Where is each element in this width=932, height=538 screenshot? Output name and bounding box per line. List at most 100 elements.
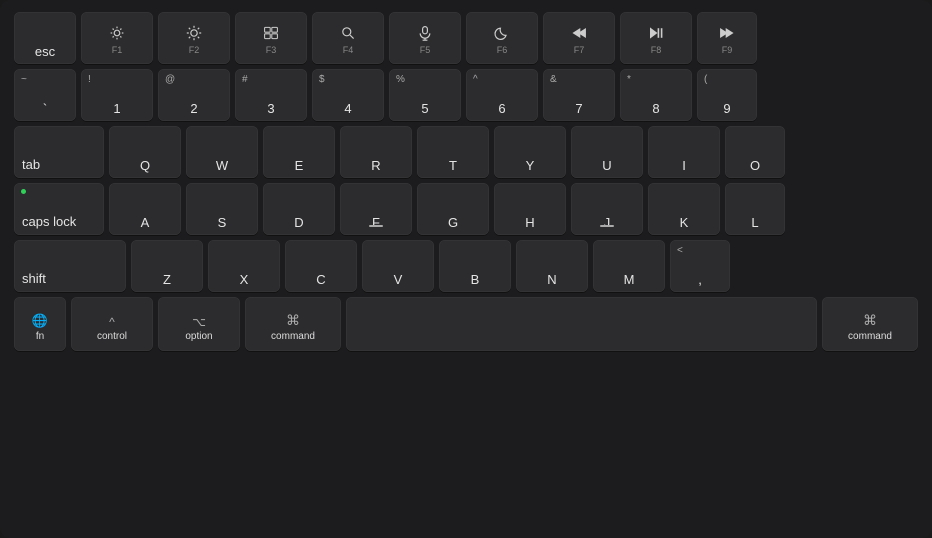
key-7-bottom: 7 — [575, 101, 582, 116]
key-k[interactable]: K — [648, 183, 720, 235]
key-f1[interactable]: F1 — [81, 12, 153, 64]
asdf-row: caps lock A S D F G H J K L — [14, 183, 918, 235]
key-1-top: ! — [88, 74, 91, 85]
key-comma[interactable]: < , — [670, 240, 730, 292]
w-label: W — [216, 158, 228, 173]
shift-label: shift — [22, 271, 46, 286]
key-4[interactable]: $ 4 — [312, 69, 384, 121]
key-u[interactable]: U — [571, 126, 643, 178]
key-j[interactable]: J — [571, 183, 643, 235]
i-label: I — [682, 158, 686, 173]
function-row: esc F1 — [14, 12, 918, 64]
key-shift-left[interactable]: shift — [14, 240, 126, 292]
zxcv-row: shift Z X C V B N M < , — [14, 240, 918, 292]
key-control[interactable]: ^ control — [71, 297, 153, 351]
comma-top: < — [677, 245, 683, 256]
key-q[interactable]: Q — [109, 126, 181, 178]
key-b[interactable]: B — [439, 240, 511, 292]
key-capslock[interactable]: caps lock — [14, 183, 104, 235]
key-w[interactable]: W — [186, 126, 258, 178]
key-i[interactable]: I — [648, 126, 720, 178]
y-label: Y — [526, 158, 535, 173]
key-o[interactable]: O — [725, 126, 785, 178]
key-8-top: * — [627, 74, 631, 85]
n-label: N — [547, 272, 556, 287]
key-f8[interactable]: F8 — [620, 12, 692, 64]
key-command-right[interactable]: ⌘ command — [822, 297, 918, 351]
key-h[interactable]: H — [494, 183, 566, 235]
key-f5[interactable]: F5 — [389, 12, 461, 64]
key-fn[interactable]: 🌐 fn — [14, 297, 66, 351]
key-g[interactable]: G — [417, 183, 489, 235]
key-command-left[interactable]: ⌘ command — [245, 297, 341, 351]
key-m[interactable]: M — [593, 240, 665, 292]
key-1-bottom: 1 — [113, 101, 120, 116]
key-3-bottom: 3 — [267, 101, 274, 116]
o-label: O — [750, 158, 760, 173]
command-left-symbol-icon: ⌘ — [286, 312, 300, 329]
d-label: D — [294, 215, 303, 230]
key-backtick[interactable]: ~ ` — [14, 69, 76, 121]
j-label: J — [604, 215, 611, 230]
fast-forward-icon — [719, 25, 735, 41]
key-1[interactable]: ! 1 — [81, 69, 153, 121]
key-c[interactable]: C — [285, 240, 357, 292]
key-7[interactable]: & 7 — [543, 69, 615, 121]
h-label: H — [525, 215, 534, 230]
f8-label: F8 — [651, 45, 662, 55]
play-pause-icon — [648, 25, 664, 41]
moon-icon — [494, 25, 510, 41]
key-x[interactable]: X — [208, 240, 280, 292]
key-2[interactable]: @ 2 — [158, 69, 230, 121]
key-3[interactable]: # 3 — [235, 69, 307, 121]
key-8[interactable]: * 8 — [620, 69, 692, 121]
key-5-top: % — [396, 74, 405, 85]
f-bump — [369, 225, 383, 227]
mission-control-icon — [263, 25, 279, 41]
comma-bottom: , — [698, 272, 702, 287]
key-s[interactable]: S — [186, 183, 258, 235]
key-3-top: # — [242, 74, 248, 85]
search-icon — [340, 25, 356, 41]
key-f7[interactable]: F7 — [543, 12, 615, 64]
key-2-bottom: 2 — [190, 101, 197, 116]
microphone-icon — [417, 25, 433, 41]
key-t[interactable]: T — [417, 126, 489, 178]
key-6[interactable]: ^ 6 — [466, 69, 538, 121]
l-label: L — [751, 215, 758, 230]
key-f3[interactable]: F3 — [235, 12, 307, 64]
key-9-top: ( — [704, 74, 707, 85]
number-row: ~ ` ! 1 @ 2 # 3 $ 4 % 5 ^ 6 & 7 — [14, 69, 918, 121]
k-label: K — [680, 215, 689, 230]
key-option[interactable]: ⌥ option — [158, 297, 240, 351]
key-y[interactable]: Y — [494, 126, 566, 178]
f4-label: F4 — [343, 45, 354, 55]
option-label: option — [185, 331, 212, 342]
key-d[interactable]: D — [263, 183, 335, 235]
key-e[interactable]: E — [263, 126, 335, 178]
key-esc[interactable]: esc — [14, 12, 76, 64]
key-n[interactable]: N — [516, 240, 588, 292]
u-label: U — [602, 158, 611, 173]
key-9-bottom: 9 — [723, 101, 730, 116]
key-f[interactable]: F — [340, 183, 412, 235]
z-label: Z — [163, 272, 171, 287]
fn-label: fn — [36, 331, 44, 342]
key-space[interactable] — [346, 297, 817, 351]
r-label: R — [371, 158, 380, 173]
key-f4[interactable]: F4 — [312, 12, 384, 64]
key-a[interactable]: A — [109, 183, 181, 235]
key-9[interactable]: ( 9 — [697, 69, 757, 121]
b-label: B — [471, 272, 480, 287]
key-r[interactable]: R — [340, 126, 412, 178]
key-l[interactable]: L — [725, 183, 785, 235]
key-z[interactable]: Z — [131, 240, 203, 292]
key-f2[interactable]: F2 — [158, 12, 230, 64]
tab-label: tab — [22, 157, 40, 172]
key-tab[interactable]: tab — [14, 126, 104, 178]
key-f9[interactable]: F9 — [697, 12, 757, 64]
capslock-led — [21, 189, 26, 194]
key-v[interactable]: V — [362, 240, 434, 292]
key-f6[interactable]: F6 — [466, 12, 538, 64]
key-5[interactable]: % 5 — [389, 69, 461, 121]
